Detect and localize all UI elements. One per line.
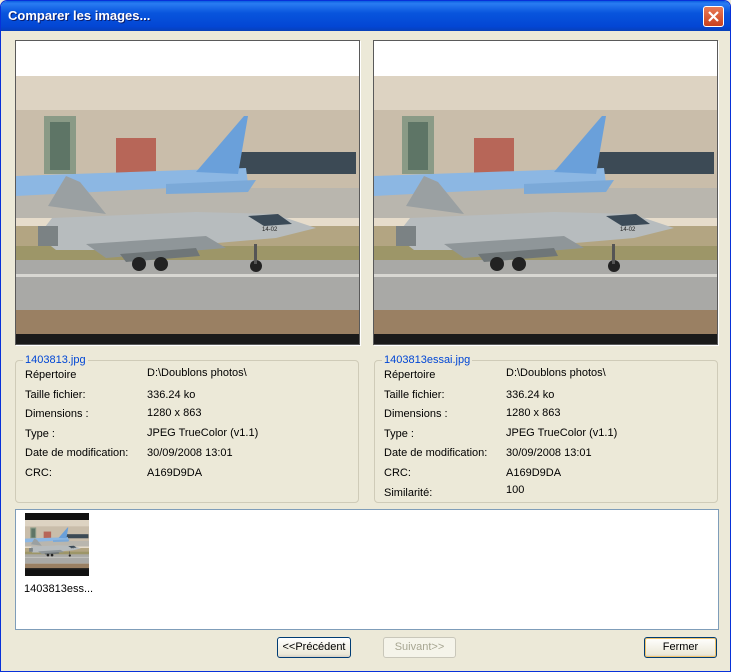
- right-value-type: JPEG TrueColor (v1.1): [506, 427, 618, 439]
- right-label-crc: CRC:: [384, 467, 411, 479]
- right-label-directory: Répertoire: [384, 369, 436, 381]
- right-label-modified: Date de modification:: [384, 447, 488, 459]
- left-label-type: Type :: [25, 428, 55, 440]
- left-value-dimensions: 1280 x 863: [147, 407, 202, 419]
- left-value-type: JPEG TrueColor (v1.1): [147, 427, 259, 439]
- left-label-dimensions: Dimensions :: [25, 408, 89, 420]
- list-item[interactable]: [25, 513, 89, 576]
- right-label-dimensions: Dimensions :: [384, 408, 448, 420]
- thumbnail-image: [25, 513, 89, 576]
- right-file-info: 1403813essai.jpg Répertoire D:\Doublons …: [374, 354, 718, 503]
- right-filename: 1403813essai.jpg: [382, 354, 473, 366]
- compare-window: Comparer les images... 1403813.jpg Réper…: [0, 0, 731, 672]
- title-bar[interactable]: Comparer les images...: [1, 1, 730, 31]
- right-image-preview: [373, 40, 718, 345]
- aircraft-photo-right: [374, 41, 717, 344]
- left-image-preview: [15, 40, 360, 345]
- close-button[interactable]: Fermer: [644, 637, 717, 658]
- window-title: Comparer les images...: [8, 8, 151, 23]
- right-label-similarity: Similarité:: [384, 487, 433, 499]
- right-label-size: Taille fichier:: [384, 389, 445, 401]
- dialog-body: 1403813.jpg Répertoire D:\Doublons photo…: [4, 31, 727, 669]
- next-button[interactable]: Suivant>>: [383, 637, 456, 658]
- right-value-similarity: 100: [506, 484, 525, 496]
- left-value-size: 336.24 ko: [147, 389, 196, 401]
- close-window-button[interactable]: [703, 6, 724, 27]
- left-label-crc: CRC:: [25, 467, 52, 479]
- left-file-info: 1403813.jpg Répertoire D:\Doublons photo…: [15, 354, 359, 503]
- left-label-modified: Date de modification:: [25, 447, 129, 459]
- duplicates-list[interactable]: 1403813ess...: [15, 509, 719, 630]
- list-item-label[interactable]: 1403813ess...: [24, 583, 93, 595]
- left-label-directory: Répertoire: [25, 369, 77, 381]
- previous-button[interactable]: <<Précédent: [277, 637, 351, 658]
- close-icon: [708, 11, 719, 22]
- right-value-dimensions: 1280 x 863: [506, 407, 561, 419]
- left-value-modified: 30/09/2008 13:01: [147, 447, 233, 459]
- left-label-size: Taille fichier:: [25, 389, 86, 401]
- right-value-size: 336.24 ko: [506, 389, 555, 401]
- left-value-crc: A169D9DA: [147, 467, 203, 479]
- left-value-directory: D:\Doublons photos\: [147, 367, 247, 379]
- aircraft-photo-left: [16, 41, 359, 344]
- right-value-directory: D:\Doublons photos\: [506, 367, 606, 379]
- right-label-type: Type :: [384, 428, 414, 440]
- right-value-modified: 30/09/2008 13:01: [506, 447, 592, 459]
- right-value-crc: A169D9DA: [506, 467, 562, 479]
- left-filename: 1403813.jpg: [23, 354, 88, 366]
